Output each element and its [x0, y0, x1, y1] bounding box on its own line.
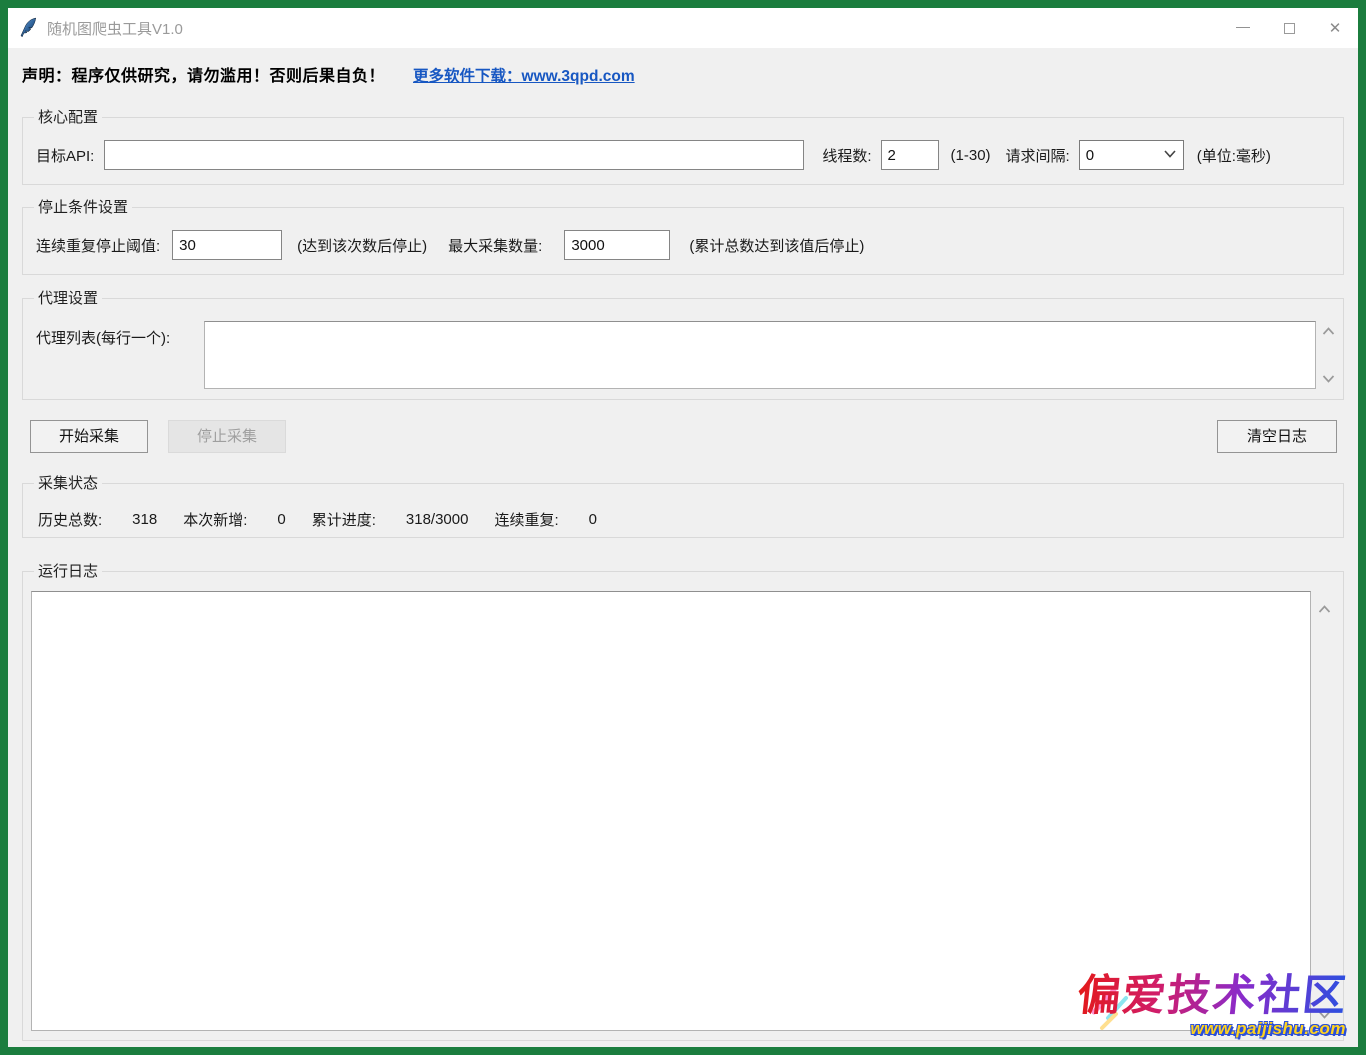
group-stop-config-title: 停止条件设置: [34, 198, 132, 217]
interval-unit-hint: (单位:毫秒): [1197, 145, 1271, 166]
window-controls: — ✕: [1220, 8, 1358, 48]
scroll-up-icon[interactable]: [1322, 327, 1335, 335]
maximize-icon: [1284, 23, 1295, 34]
max-count-input[interactable]: [564, 230, 670, 260]
stat-repeat-label: 连续重复:: [494, 509, 558, 530]
threads-range-hint: (1-30): [951, 147, 991, 164]
group-proxy-config-title: 代理设置: [34, 289, 102, 308]
duplicate-threshold-hint: (达到该次数后停止): [297, 235, 427, 256]
proxy-list-textarea[interactable]: [204, 321, 1316, 389]
group-core-config: 核心配置 目标API: 线程数: (1-30) 请求间隔: 0 (单位:毫秒): [22, 117, 1344, 185]
target-api-input[interactable]: [104, 140, 804, 170]
group-collect-status: 采集状态 历史总数: 318 本次新增: 0 累计进度: 318/3000 连续…: [22, 483, 1344, 538]
stat-progress-label: 累计进度:: [312, 509, 376, 530]
download-link[interactable]: 更多软件下载：www.3qpd.com: [413, 64, 635, 86]
group-run-log: 运行日志: [22, 571, 1344, 1041]
proxy-scrollbar[interactable]: [1320, 321, 1338, 389]
threads-input[interactable]: [881, 140, 939, 170]
stat-new-value: 0: [277, 511, 285, 528]
scroll-down-icon[interactable]: [1318, 1011, 1331, 1019]
chevron-down-icon: [1164, 150, 1176, 158]
close-button[interactable]: ✕: [1312, 8, 1358, 48]
start-collect-button[interactable]: 开始采集: [30, 420, 148, 453]
window-inner: 随机图爬虫工具V1.0 — ✕ 声明：程序仅供研究，请勿滥用！否则后果自负！ 更…: [8, 8, 1358, 1047]
max-count-label: 最大采集数量:: [448, 235, 542, 256]
stat-history: 历史总数: 318: [38, 509, 157, 530]
scroll-up-icon[interactable]: [1318, 605, 1331, 613]
stop-collect-button: 停止采集: [168, 420, 286, 453]
clear-log-button[interactable]: 清空日志: [1217, 420, 1337, 453]
max-count-hint: (累计总数达到该值后停止): [689, 235, 864, 256]
duplicate-threshold-label: 连续重复停止阈值:: [36, 235, 160, 256]
disclaimer-row: 声明：程序仅供研究，请勿滥用！否则后果自负！ 更多软件下载：www.3qpd.c…: [22, 62, 635, 86]
close-icon: ✕: [1329, 19, 1342, 37]
stat-new: 本次新增: 0: [183, 509, 286, 530]
stat-progress-value: 318/3000: [406, 511, 469, 528]
scroll-down-icon[interactable]: [1322, 375, 1335, 383]
interval-label: 请求间隔:: [1006, 145, 1070, 166]
stat-history-value: 318: [132, 511, 157, 528]
group-core-config-title: 核心配置: [34, 108, 102, 127]
title-bar: 随机图爬虫工具V1.0 — ✕: [8, 8, 1358, 48]
stat-repeat-value: 0: [589, 511, 597, 528]
minimize-button[interactable]: —: [1220, 8, 1266, 48]
window-title: 随机图爬虫工具V1.0: [47, 18, 183, 39]
target-api-label: 目标API:: [36, 145, 94, 166]
app-window: 随机图爬虫工具V1.0 — ✕ 声明：程序仅供研究，请勿滥用！否则后果自负！ 更…: [0, 0, 1366, 1055]
interval-combobox-value: 0: [1080, 147, 1094, 164]
threads-label: 线程数:: [822, 145, 871, 166]
minimize-icon: —: [1236, 18, 1250, 34]
proxy-list-label: 代理列表(每行一个):: [36, 327, 170, 348]
group-collect-status-title: 采集状态: [34, 474, 102, 493]
stat-new-label: 本次新增:: [183, 509, 247, 530]
disclaimer-text: 声明：程序仅供研究，请勿滥用！否则后果自负！: [22, 62, 385, 86]
group-proxy-config: 代理设置 代理列表(每行一个):: [22, 298, 1344, 400]
feather-app-icon: [20, 16, 38, 40]
duplicate-threshold-input[interactable]: [172, 230, 282, 260]
stat-repeat: 连续重复: 0: [494, 509, 597, 530]
stat-progress: 累计进度: 318/3000: [312, 509, 469, 530]
log-scrollbar[interactable]: [1315, 591, 1335, 1031]
group-stop-config: 停止条件设置 连续重复停止阈值: (达到该次数后停止) 最大采集数量: (累计总…: [22, 207, 1344, 275]
run-log-textarea[interactable]: [31, 591, 1311, 1031]
interval-combobox[interactable]: 0: [1079, 140, 1184, 170]
stat-history-label: 历史总数:: [38, 509, 102, 530]
maximize-button[interactable]: [1266, 8, 1312, 48]
group-run-log-title: 运行日志: [34, 562, 102, 581]
